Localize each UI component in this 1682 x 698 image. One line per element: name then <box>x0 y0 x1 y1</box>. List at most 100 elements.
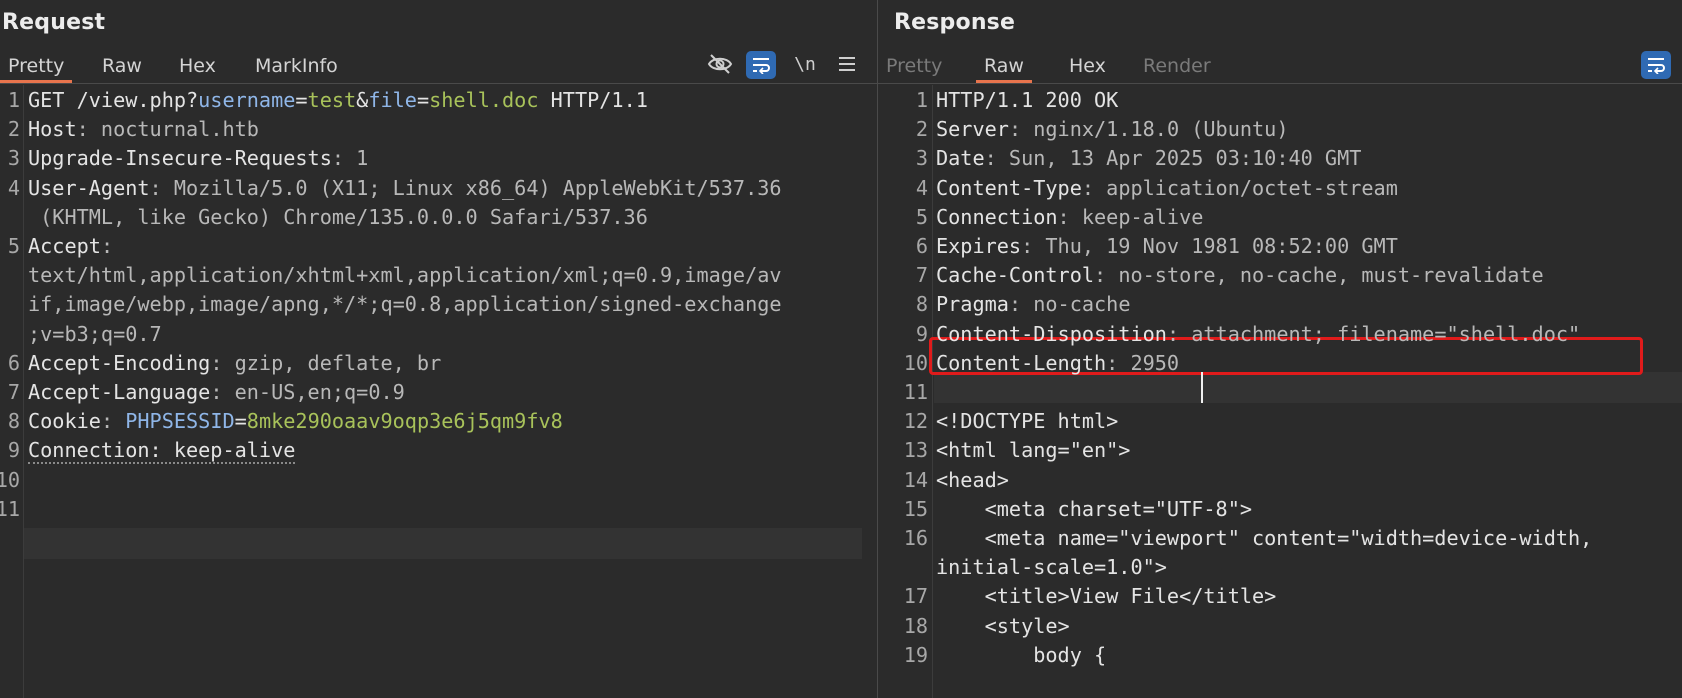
code-token: : nocturnal.htb <box>76 117 259 142</box>
tab-hex[interactable]: Hex <box>171 54 224 83</box>
code-token: = <box>234 409 247 434</box>
line-number: 12 <box>903 409 928 434</box>
tab-markinfo[interactable]: MarkInfo <box>247 54 346 83</box>
word-wrap-icon[interactable] <box>746 51 776 79</box>
line-number: 14 <box>903 467 928 492</box>
code-line: 5 Accept: <box>0 231 877 262</box>
code-token: 8mke290oaav9oqp3e6j5qm9fv8 <box>246 409 563 434</box>
code-token: GET /view.php? <box>28 88 199 112</box>
line-number: 8 <box>915 292 928 317</box>
line-content: Host: nocturnal.htb <box>28 114 259 145</box>
code-token: username <box>198 88 296 112</box>
line-number: 8 <box>7 409 20 434</box>
code-line: if,image/webp,image/apng,*/*;q=0.8,appli… <box>0 289 877 320</box>
code-line: 2 Host: nocturnal.htb <box>0 114 877 145</box>
request-pane: Request Pretty Raw Hex MarkInfo \n 1 GET … <box>0 0 877 698</box>
line-number: 6 <box>915 234 928 258</box>
code-token: HTTP/1.1 <box>538 88 648 112</box>
code-token: body { <box>936 642 1107 667</box>
line-number: 2 <box>7 117 20 142</box>
code-token: Cookie <box>28 409 101 434</box>
line-content: Upgrade-Insecure-Requests: 1 <box>28 143 368 174</box>
code-token: <!DOCTYPE html> <box>936 409 1119 434</box>
hamburger-menu-icon[interactable] <box>832 50 862 78</box>
tab-pretty[interactable]: Pretty <box>0 54 73 83</box>
code-line: 1 HTTP/1.1 200 OK <box>878 85 1682 116</box>
code-line: initial-scale=1.0"> <box>878 552 1682 583</box>
code-token: & <box>356 88 369 112</box>
line-content: <title>View File</title> <box>936 581 1277 612</box>
request-editor[interactable]: 1 GET /view.php?username=test&file=shell.… <box>0 85 877 698</box>
code-line: (KHTML, like Gecko) Chrome/135.0.0.0 Saf… <box>0 202 877 233</box>
code-line: 4 Content-Type: application/octet-stream <box>878 173 1682 204</box>
code-line: 8 Cookie: PHPSESSID=8mke290oaav9oqp3e6j5q… <box>0 406 877 437</box>
code-token: test <box>307 88 357 112</box>
line-content: Cache-Control: no-store, no-cache, must-… <box>936 260 1544 291</box>
eye-slash-icon[interactable] <box>705 50 735 78</box>
code-token: Upgrade-Insecure-Requests <box>28 146 332 171</box>
code-line: 3 Date: Sun, 13 Apr 2025 03:10:40 GMT <box>878 143 1682 174</box>
line-content: (KHTML, like Gecko) Chrome/135.0.0.0 Saf… <box>28 202 648 233</box>
code-token: : 1 <box>331 146 369 171</box>
tab-hex[interactable]: Hex <box>1061 54 1114 83</box>
code-line: 6 Accept-Encoding: gzip, deflate, br <box>0 348 877 379</box>
line-content: initial-scale=1.0"> <box>936 552 1167 583</box>
line-number: 7 <box>7 380 20 404</box>
code-token: <style> <box>936 613 1070 638</box>
line-content: Server: nginx/1.18.0 (Ubuntu) <box>936 114 1288 145</box>
code-token: <meta name="viewport" content="width=dev… <box>936 526 1593 550</box>
line-content: GET /view.php?username=test&file=shell.d… <box>28 85 648 116</box>
code-token: Accept-Language <box>28 380 211 404</box>
code-token: : <box>100 409 126 434</box>
tab-raw[interactable]: Raw <box>976 54 1032 83</box>
code-line: 19 body { <box>878 640 1682 671</box>
code-token: Host <box>28 117 77 142</box>
line-number: 19 <box>903 642 928 667</box>
line-content: Connection: keep-alive <box>28 435 296 466</box>
response-editor[interactable]: 1 HTTP/1.1 200 OK 2 Server: nginx/1.18.0 (U… <box>878 85 1682 698</box>
code-token: : application/octet-stream <box>1081 175 1398 200</box>
line-content: Connection: keep-alive <box>936 202 1203 233</box>
tab-render[interactable]: Render <box>1135 54 1219 83</box>
code-token: HTTP/1.1 200 OK <box>936 88 1119 112</box>
code-token: : gzip, deflate, br <box>210 350 442 375</box>
line-number: 11 <box>0 496 20 521</box>
line-content: body { <box>936 640 1106 671</box>
response-pane: Response Pretty Raw Hex Render 1 HTTP/1.1… <box>878 0 1682 698</box>
code-line: 14 <head> <box>878 465 1682 496</box>
code-line: 10 Content-Length: 2950 <box>878 348 1682 379</box>
word-wrap-icon[interactable] <box>1641 51 1671 79</box>
line-number: 6 <box>7 350 20 375</box>
code-line: text/html,application/xhtml+xml,applicat… <box>0 260 877 291</box>
code-line: 11 <box>878 377 1682 408</box>
code-token: if,image/webp,image/apng,*/*;q=0.8,appli… <box>28 292 782 317</box>
line-content: Expires: Thu, 19 Nov 1981 08:52:00 GMT <box>936 231 1398 262</box>
line-number: 9 <box>7 438 20 463</box>
code-token: <head> <box>936 467 1009 492</box>
code-token: file <box>368 88 417 112</box>
line-number: 4 <box>7 175 20 200</box>
code-token: Expires <box>936 234 1022 258</box>
code-token: : nginx/1.18.0 (Ubuntu) <box>1008 117 1289 142</box>
line-number: 3 <box>915 146 928 171</box>
code-token: Connection: keep-alive <box>28 438 296 465</box>
line-number: 1 <box>915 88 928 112</box>
newline-toggle[interactable]: \n <box>790 50 820 78</box>
code-line: 7 Accept-Language: en-US,en;q=0.9 <box>0 377 877 408</box>
code-line: 1 GET /view.php?username=test&file=shell.… <box>0 85 877 116</box>
code-token: text/html,application/xhtml+xml,applicat… <box>28 263 782 288</box>
tab-pretty[interactable]: Pretty <box>878 54 950 83</box>
code-line: 8 Pragma: no-cache <box>878 289 1682 320</box>
code-token: initial-scale=1.0"> <box>936 555 1167 580</box>
tab-raw[interactable]: Raw <box>94 54 150 83</box>
current-line-highlight <box>24 528 862 559</box>
line-content: Pragma: no-cache <box>936 289 1130 320</box>
line-content: Content-Length: 2950 <box>936 348 1179 379</box>
line-content: <meta name="viewport" content="width=dev… <box>936 523 1593 554</box>
line-number: 3 <box>7 146 20 171</box>
code-token: Content-Disposition <box>936 321 1167 346</box>
code-line: 9 Connection: keep-alive <box>0 435 877 466</box>
line-content: User-Agent: Mozilla/5.0 (X11; Linux x86_… <box>28 173 782 204</box>
code-line: 7 Cache-Control: no-store, no-cache, must… <box>878 260 1682 291</box>
line-number: 7 <box>915 263 928 288</box>
